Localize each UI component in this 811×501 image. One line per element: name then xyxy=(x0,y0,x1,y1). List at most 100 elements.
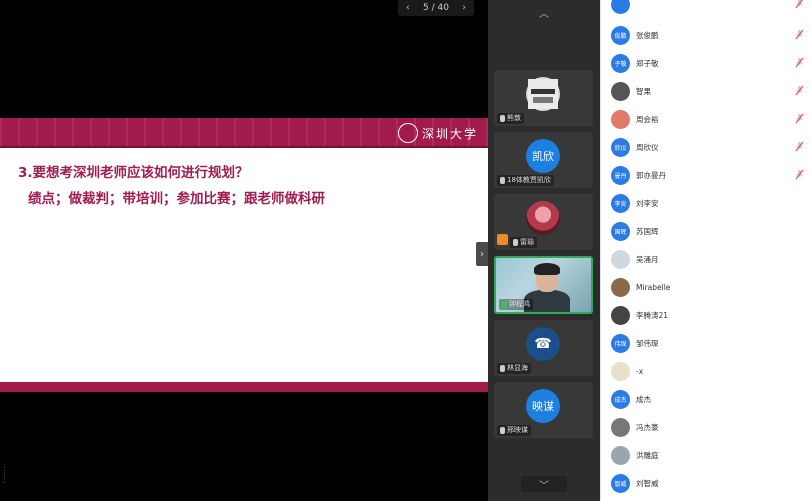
participant-row[interactable]: 国辉 苏国辉 xyxy=(611,220,806,242)
mic-muted-icon xyxy=(795,57,804,68)
participant-row[interactable]: 吴涌月 xyxy=(611,248,806,270)
university-seal-icon xyxy=(397,123,418,143)
participant-avatar: 伟琛 xyxy=(611,333,630,353)
mic-icon xyxy=(500,177,505,184)
participant-name: 郭亦曼丹 xyxy=(636,170,666,180)
mic-icon xyxy=(500,115,505,122)
slide-header-banner: 深圳大学 xyxy=(0,118,488,148)
participant-avatar: 李安 xyxy=(611,193,630,213)
collapse-panel-button[interactable]: › xyxy=(476,242,488,266)
participant-avatar xyxy=(611,277,630,297)
participant-avatar xyxy=(611,305,630,325)
person-hair xyxy=(534,263,560,275)
participant-list: 俊鹏 张俊鹏 子敬 郑子敬 智果 周会裕 欣仪 周欣仪 曼丹 郭亦曼丹 李安 刘李安 国辉 苏国辉 吴涌月 M… xyxy=(600,0,811,501)
video-tile[interactable]: 映谋 邢映谋 xyxy=(494,382,593,438)
slide-answer: 绩点；做裁判；带培训；参加比赛；跟老师做科研 xyxy=(28,191,325,207)
participant-row[interactable]: Mirabelle xyxy=(611,276,806,298)
participant-row[interactable]: 冯杰豪 xyxy=(611,416,806,438)
participant-name-tag: 林显海 xyxy=(497,363,531,374)
participant-row[interactable]: 李安 刘李安 xyxy=(611,192,806,214)
host-badge-icon xyxy=(497,234,508,245)
avatar: 映谋 xyxy=(526,389,560,423)
participant-avatar: 智威 xyxy=(611,473,630,493)
participant-row[interactable]: 智威 刘智威 xyxy=(611,472,806,494)
prev-page-button[interactable]: ‹ xyxy=(406,3,410,13)
participant-avatar: 成杰 xyxy=(611,389,630,409)
mic-muted-icon xyxy=(795,141,804,152)
participant-row[interactable]: 周会裕 xyxy=(611,108,806,130)
participant-avatar xyxy=(611,0,630,14)
participant-name: 郑子敬 xyxy=(636,58,659,68)
participant-name-tag: 邢映谋 xyxy=(497,425,531,436)
video-tile[interactable]: 凯欣 18体教贾凯欣 xyxy=(494,132,593,188)
participant-name: 熊敦 xyxy=(507,114,521,122)
meeting-window: ‹ 5 / 40 › 深圳大学 3.要想考深圳老师应该如何进行规划？ 绩点；做裁… xyxy=(0,0,811,501)
participant-name: Mirabelle xyxy=(636,282,671,292)
university-wordmark: 深圳大学 xyxy=(421,126,478,141)
page-navigator: ‹ 5 / 40 › xyxy=(398,0,474,16)
participant-avatar xyxy=(611,445,630,465)
participant-row[interactable]: 成杰 成杰 xyxy=(611,388,806,410)
presentation-area: ‹ 5 / 40 › 深圳大学 3.要想考深圳老师应该如何进行规划？ 绩点；做裁… xyxy=(0,0,488,501)
participant-row[interactable]: 智果 xyxy=(611,80,806,102)
participant-avatar: 子敬 xyxy=(611,53,630,73)
avatar xyxy=(526,201,560,235)
participant-row[interactable]: 洪雕庭 xyxy=(611,444,806,466)
participant-avatar xyxy=(611,81,630,101)
participant-name: 冯杰豪 xyxy=(636,422,659,432)
video-tile[interactable]: 熊敦 xyxy=(494,70,593,126)
participant-name: 李腾涛21 xyxy=(636,310,669,320)
participant-avatar: 曼丹 xyxy=(611,165,630,185)
participant-name: 18体教贾凯欣 xyxy=(507,176,551,184)
mic-active-icon xyxy=(502,301,507,308)
participant-row[interactable] xyxy=(611,0,806,15)
mic-icon xyxy=(500,365,505,372)
scroll-up-button[interactable]: ︿ xyxy=(521,4,567,20)
participant-row[interactable]: 曼丹 郭亦曼丹 xyxy=(611,164,806,186)
participant-name: 吴涌月 xyxy=(636,254,659,264)
resize-grip-icon[interactable]: ::: xyxy=(3,465,6,486)
participant-row[interactable]: 伟琛 邹伟琛 xyxy=(611,332,806,354)
participant-name-tag: 熊敦 xyxy=(497,113,524,124)
participant-name: 刘智威 xyxy=(636,478,659,488)
participant-name: 邹伟琛 xyxy=(636,338,659,348)
mic-icon xyxy=(500,427,505,434)
scroll-down-button[interactable]: ﹀ xyxy=(521,476,567,492)
participant-row[interactable]: 欣仪 周欣仪 xyxy=(611,136,806,158)
mic-muted-icon xyxy=(795,0,803,9)
participant-name: 智果 xyxy=(636,86,651,96)
participant-name: 林显海 xyxy=(507,364,528,372)
mic-muted-icon xyxy=(795,169,804,180)
participant-row[interactable]: 子敬 郑子敬 xyxy=(611,52,806,74)
participant-row[interactable]: 李腾涛21 xyxy=(611,304,806,326)
participant-avatar: 俊鹏 xyxy=(611,25,630,45)
participant-name: 洪雕庭 xyxy=(636,450,659,460)
slide-question: 3.要想考深圳老师应该如何进行规划？ xyxy=(18,165,249,181)
participant-row[interactable]: 俊鹏 张俊鹏 xyxy=(611,24,806,46)
phone-icon: ☎ xyxy=(526,327,560,361)
participant-name-tag: 雷瑜 xyxy=(510,237,537,248)
video-tile[interactable]: 雷瑜 xyxy=(494,194,593,250)
mic-icon xyxy=(513,239,518,246)
banner-divider xyxy=(0,146,488,148)
participant-name: -x xyxy=(636,366,644,376)
participant-name-tag: 钟程鸿 xyxy=(499,299,533,310)
participant-avatar xyxy=(611,361,630,381)
slide: 深圳大学 3.要想考深圳老师应该如何进行规划？ 绩点；做裁判；带培训；参加比赛；… xyxy=(0,118,488,392)
next-page-button[interactable]: › xyxy=(462,3,466,13)
participant-avatar xyxy=(611,417,630,437)
university-logo: 深圳大学 xyxy=(397,121,478,145)
participant-avatar: 国辉 xyxy=(611,221,630,241)
participant-name-tag: 18体教贾凯欣 xyxy=(497,175,554,186)
participant-name: 张俊鹏 xyxy=(636,30,659,40)
video-tile[interactable]: ☎ 林显海 xyxy=(494,320,593,376)
participant-row[interactable]: -x xyxy=(611,360,806,382)
active-speaker-tile[interactable]: 钟程鸿 xyxy=(494,256,593,314)
profile-photo-icon xyxy=(528,79,558,109)
participant-avatar xyxy=(611,249,630,269)
participant-name: 周欣仪 xyxy=(636,142,659,152)
slide-footer-banner xyxy=(0,382,488,392)
mic-muted-icon xyxy=(795,113,804,124)
participant-name: 周会裕 xyxy=(636,114,659,124)
participant-name: 邢映谋 xyxy=(507,426,528,434)
